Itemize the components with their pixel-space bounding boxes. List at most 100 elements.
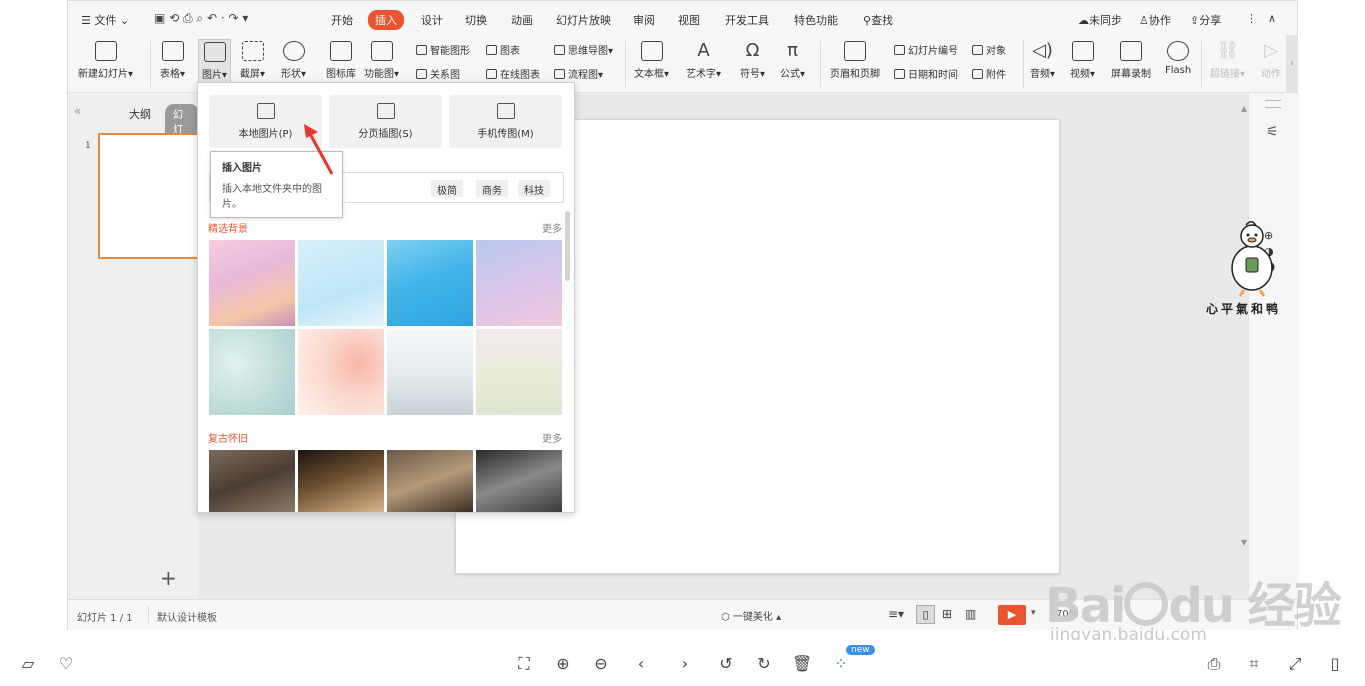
slide-number-button[interactable]: 幻灯片编号	[894, 42, 958, 57]
retro-thumbnail[interactable]	[387, 450, 473, 512]
more-link[interactable]: 更多	[542, 220, 562, 235]
rotate-left-icon[interactable]: ↺	[716, 654, 736, 674]
apps-grid-icon[interactable]: ⁘	[831, 654, 851, 674]
scroll-up-icon[interactable]: ▲	[1241, 104, 1247, 113]
flowchart-button[interactable]: 流程图▾	[554, 66, 603, 81]
smart-shape-button[interactable]: 智能图形	[416, 42, 470, 57]
share-button[interactable]: ⇪分享	[1190, 12, 1221, 28]
popup-scrollbar[interactable]	[565, 211, 570, 281]
tab-start[interactable]: 开始	[331, 12, 353, 28]
object-button[interactable]: 对象	[972, 42, 1006, 57]
attachment-button[interactable]: 附件	[972, 66, 1006, 81]
tag-tech[interactable]: 科技	[518, 180, 550, 197]
relation-button[interactable]: 关系图	[416, 66, 460, 81]
collapse-pane-icon[interactable]: «	[74, 104, 81, 118]
video-button[interactable]: 视频▾	[1070, 41, 1095, 80]
ribbon-scroll-right[interactable]: ›	[1286, 35, 1298, 93]
save-icon[interactable]: ▯	[1325, 654, 1345, 674]
shape-button[interactable]: 形状▾	[281, 41, 306, 80]
expand-icon[interactable]: ⤢	[1285, 654, 1305, 674]
more-link[interactable]: 更多	[542, 430, 562, 445]
file-menu[interactable]: ☰ 文件 ⌄	[81, 12, 129, 28]
background-thumbnail[interactable]	[476, 329, 562, 415]
collapse-ribbon-icon[interactable]: ∧	[1268, 12, 1276, 25]
audio-button[interactable]: ◁) 音频▾	[1030, 40, 1055, 81]
tab-outline[interactable]: 大纲	[129, 106, 151, 122]
slide-thumbnail[interactable]	[98, 133, 199, 259]
quick-access-icons[interactable]: ▣ ⟲ ⎙ ⌕ ↶ · ↷ ▾	[154, 11, 248, 26]
previous-icon[interactable]: ‹	[631, 654, 651, 674]
screenshot-button[interactable]: 截屏▾	[240, 41, 265, 80]
tag-business[interactable]: 商务	[476, 180, 508, 197]
retro-thumbnail[interactable]	[298, 450, 384, 512]
drag-handle[interactable]	[1265, 100, 1281, 108]
screen-record-button[interactable]: 屏幕录制	[1111, 41, 1151, 80]
background-thumbnail[interactable]	[387, 329, 473, 415]
fit-screen-icon[interactable]: ⛶	[514, 654, 534, 674]
tab-design[interactable]: 设计	[421, 12, 443, 28]
trash-icon[interactable]: 🗑	[792, 654, 812, 674]
speaker-icon: ◁)	[1032, 40, 1053, 61]
tab-review[interactable]: 审阅	[633, 12, 655, 28]
textbox-button[interactable]: 文本框▾	[634, 41, 669, 80]
tab-slideshow[interactable]: 幻灯片放映	[556, 12, 611, 28]
formula-button[interactable]: π 公式▾	[780, 41, 805, 81]
page-picture-button[interactable]: 分页插图(S)	[329, 95, 442, 148]
mindmap-button[interactable]: 思维导图▾	[554, 42, 613, 57]
action-button[interactable]: ▷ 动作	[1260, 41, 1282, 81]
template-name[interactable]: 默认设计模板	[157, 609, 217, 624]
icon-library-button[interactable]: 图标库	[326, 41, 356, 80]
function-chart-button[interactable]: 功能图▾	[364, 41, 399, 80]
shape-icon	[282, 41, 305, 61]
retro-thumbnail[interactable]	[476, 450, 562, 512]
chart-button[interactable]: 图表	[486, 42, 520, 57]
folder-image-icon[interactable]: ▱	[18, 654, 38, 674]
background-thumbnail[interactable]	[209, 240, 295, 326]
background-thumbnail[interactable]	[209, 329, 295, 415]
scroll-down-icon[interactable]: ▼	[1241, 538, 1247, 547]
slideshow-dropdown-icon[interactable]: ▾	[1031, 608, 1036, 618]
settings-sliders-icon[interactable]: ⚟	[1266, 124, 1279, 140]
notes-icon[interactable]: ≡▾	[888, 607, 904, 621]
table-button[interactable]: 表格▾	[160, 41, 185, 80]
zoom-in-icon[interactable]: ⊕	[553, 654, 573, 674]
more-icon[interactable]: ⋮	[1246, 12, 1257, 25]
header-footer-button[interactable]: 页眉和页脚	[830, 41, 880, 80]
tab-animation[interactable]: 动画	[511, 12, 533, 28]
tab-view[interactable]: 视图	[678, 12, 700, 28]
wordart-button[interactable]: A 艺术字▾	[686, 41, 721, 81]
background-thumbnail[interactable]	[476, 240, 562, 326]
collab-button[interactable]: ♙协作	[1139, 12, 1171, 28]
retro-thumbnail[interactable]	[209, 450, 295, 512]
sorter-view-icon[interactable]: ⊞	[942, 607, 952, 621]
symbol-button[interactable]: Ω 符号▾	[740, 41, 765, 81]
background-thumbnail[interactable]	[298, 240, 384, 326]
zoom-out-icon[interactable]: ⊖	[591, 654, 611, 674]
online-chart-button[interactable]: 在线图表	[486, 66, 540, 81]
normal-view-icon[interactable]: ▯	[916, 605, 935, 624]
tab-transition[interactable]: 切换	[465, 12, 487, 28]
hyperlink-button[interactable]: ⛓ 超链接▾	[1210, 41, 1245, 81]
picture-button[interactable]: 图片▾	[198, 39, 232, 84]
tab-features[interactable]: 特色功能	[794, 12, 838, 28]
background-thumbnail[interactable]	[298, 329, 384, 415]
phone-picture-button[interactable]: 手机传图(M)	[449, 95, 562, 148]
crop-icon[interactable]: ⌗	[1244, 654, 1264, 674]
background-thumbnail[interactable]	[387, 240, 473, 326]
next-icon[interactable]: ›	[675, 654, 695, 674]
new-slide-button[interactable]: 新建幻灯片▾	[78, 41, 133, 80]
reading-view-icon[interactable]: ▥	[965, 607, 976, 621]
tab-developer[interactable]: 开发工具	[725, 12, 769, 28]
tag-minimal[interactable]: 极简	[431, 180, 463, 197]
print-icon[interactable]: ⎙	[1204, 654, 1224, 674]
beautify-button[interactable]: ⬡ 一键美化 ▴	[721, 608, 781, 623]
search-button[interactable]: ⚲查找	[863, 12, 893, 28]
add-slide-button[interactable]: +	[160, 566, 177, 590]
tab-insert[interactable]: 插入	[368, 10, 404, 30]
flash-button[interactable]: Flash	[1165, 41, 1191, 76]
play-slideshow-button[interactable]: ▶	[998, 605, 1026, 625]
rotate-right-icon[interactable]: ↻	[754, 654, 774, 674]
sync-button[interactable]: ☁未同步	[1078, 12, 1122, 28]
datetime-button[interactable]: 日期和时间	[894, 66, 958, 81]
heart-icon[interactable]: ♡	[56, 654, 76, 674]
